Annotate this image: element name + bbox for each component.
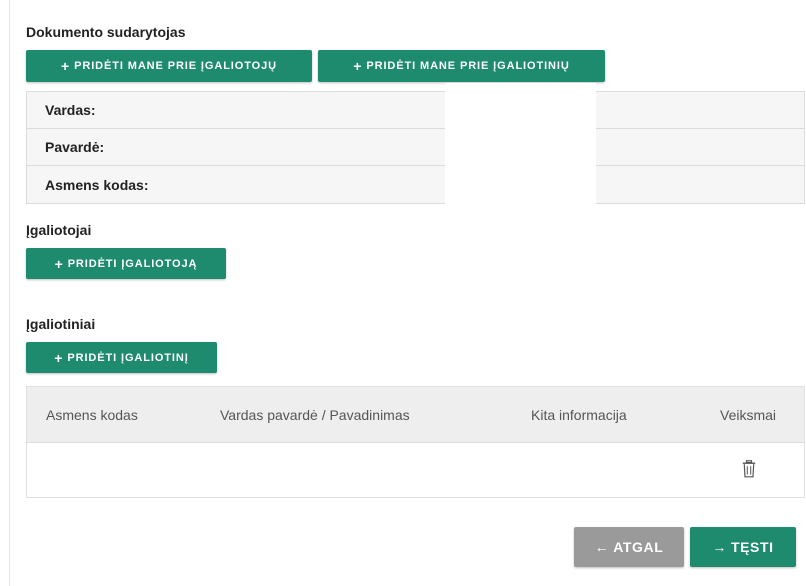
last-name-label: Pavardė: bbox=[45, 139, 105, 155]
grantors-section-title: Įgaliotojai bbox=[26, 222, 92, 238]
add-grantor-label: PRIDĖTI ĮGALIOTOJĄ bbox=[67, 257, 198, 270]
first-name-label: Vardas: bbox=[45, 102, 96, 118]
add-me-to-grantors-button[interactable]: + PRIDĖTI MANE PRIE ĮGALIOTOJŲ bbox=[26, 50, 312, 82]
plus-icon: + bbox=[54, 349, 64, 366]
add-agent-label: PRIDĖTI ĮGALIOTINĮ bbox=[67, 351, 189, 364]
add-grantor-button[interactable]: + PRIDĖTI ĮGALIOTOJĄ bbox=[26, 248, 226, 279]
trash-icon[interactable] bbox=[742, 460, 756, 478]
add-me-to-agents-label: PRIDĖTI MANE PRIE ĮGALIOTINIŲ bbox=[366, 60, 570, 72]
personal-code-label: Asmens kodas: bbox=[45, 176, 149, 193]
creator-last-name-row: Pavardė: bbox=[27, 129, 804, 166]
agents-table: Asmens kodas Vardas pavardė / Pavadinima… bbox=[26, 386, 805, 498]
agents-section-title: Įgaliotiniai bbox=[26, 316, 96, 332]
continue-button[interactable]: → TĘSTI bbox=[690, 527, 796, 567]
page-left-border bbox=[9, 0, 10, 586]
add-me-to-agents-button[interactable]: + PRIDĖTI MANE PRIE ĮGALIOTINIŲ bbox=[318, 50, 605, 82]
creator-info-table: Vardas: Pavardė: Asmens kodas: bbox=[26, 91, 805, 204]
agents-table-header: Asmens kodas Vardas pavardė / Pavadinima… bbox=[27, 387, 804, 443]
creator-section-title: Dokumento sudarytojas bbox=[26, 24, 186, 40]
creator-personal-code-row: Asmens kodas: bbox=[27, 166, 804, 203]
column-header-name[interactable]: Vardas pavardė / Pavadinimas bbox=[220, 407, 410, 423]
arrow-right-icon: → bbox=[712, 539, 727, 555]
creator-first-name-row: Vardas: bbox=[27, 92, 804, 129]
column-header-actions: Veiksmai bbox=[720, 407, 777, 423]
plus-icon: + bbox=[61, 58, 71, 74]
redacted-row-cells bbox=[35, 456, 367, 492]
column-header-personal-code[interactable]: Asmens kodas bbox=[46, 407, 138, 423]
back-label: ATGAL bbox=[613, 539, 664, 555]
back-button[interactable]: ← ATGAL bbox=[574, 527, 684, 567]
add-agent-button[interactable]: + PRIDĖTI ĮGALIOTINĮ bbox=[26, 342, 217, 373]
redacted-values-block bbox=[445, 83, 596, 205]
column-header-other-info[interactable]: Kita informacija bbox=[531, 407, 627, 423]
plus-icon: + bbox=[353, 58, 363, 74]
arrow-left-icon: ← bbox=[594, 539, 610, 555]
continue-label: TĘSTI bbox=[730, 539, 774, 555]
plus-icon: + bbox=[54, 255, 64, 272]
table-row bbox=[27, 443, 804, 498]
add-me-to-grantors-label: PRIDĖTI MANE PRIE ĮGALIOTOJŲ bbox=[74, 60, 277, 72]
